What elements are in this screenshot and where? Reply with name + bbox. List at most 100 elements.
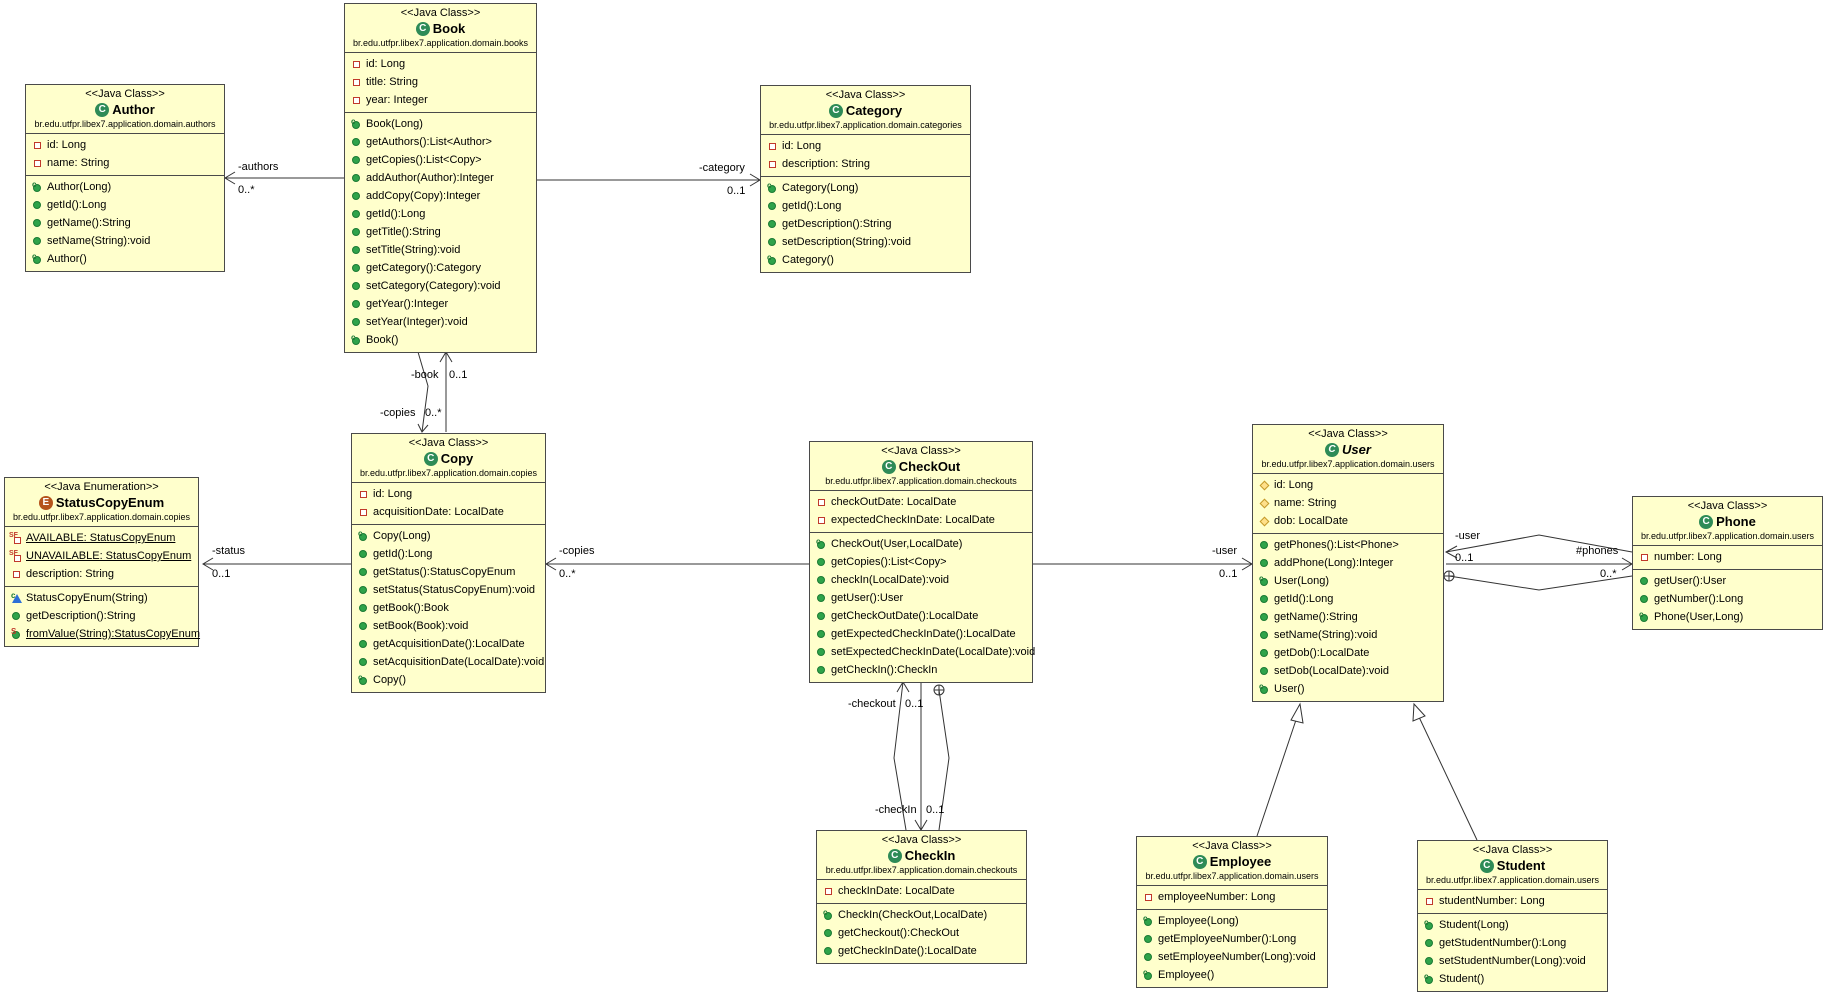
- method-row[interactable]: Book(Long): [345, 113, 536, 133]
- method-row[interactable]: getNumber():Long: [1633, 590, 1822, 608]
- method-row[interactable]: StatusCopyEnum(String): [5, 587, 198, 607]
- method-row[interactable]: getCheckIn():CheckIn: [810, 661, 1032, 679]
- method-row[interactable]: getCopies():List<Copy>: [345, 151, 536, 169]
- method-row[interactable]: getCategory():Category: [345, 259, 536, 277]
- method-row[interactable]: Copy(): [352, 669, 545, 689]
- attribute-row[interactable]: expectedCheckInDate: LocalDate: [810, 511, 1032, 529]
- method-row[interactable]: getCopies():List<Copy>: [810, 553, 1032, 571]
- attribute-row[interactable]: checkInDate: LocalDate: [817, 882, 1026, 900]
- method-row[interactable]: User(): [1253, 678, 1443, 698]
- attribute-row[interactable]: id: Long: [1253, 476, 1443, 494]
- attribute-row[interactable]: acquisitionDate: LocalDate: [352, 503, 545, 521]
- method-row[interactable]: getId():Long: [26, 196, 224, 214]
- attribute-row[interactable]: description: String: [761, 155, 970, 173]
- method-row[interactable]: Category(Long): [761, 177, 970, 197]
- method-row[interactable]: getAcquisitionDate():LocalDate: [352, 635, 545, 653]
- method-row[interactable]: getStatus():StatusCopyEnum: [352, 563, 545, 581]
- attribute-row[interactable]: year: Integer: [345, 91, 536, 109]
- method-row[interactable]: User(Long): [1253, 570, 1443, 590]
- method-row[interactable]: Employee(Long): [1137, 910, 1327, 930]
- attribute-row[interactable]: id: Long: [761, 137, 970, 155]
- method-row[interactable]: CheckIn(CheckOut,LocalDate): [817, 904, 1026, 924]
- attribute-row[interactable]: id: Long: [352, 485, 545, 503]
- method-row[interactable]: getId():Long: [1253, 590, 1443, 608]
- method-row[interactable]: setEmployeeNumber(Long):void: [1137, 948, 1327, 966]
- class-checkout[interactable]: <<Java Class>> C CheckOut br.edu.utfpr.libe…: [809, 441, 1035, 683]
- attribute-row[interactable]: description: String: [5, 565, 198, 583]
- attribute-row[interactable]: id: Long: [345, 55, 536, 73]
- class-user[interactable]: <<Java Class>> C User br.edu.utfpr.libex7.a…: [1252, 424, 1444, 702]
- method-row[interactable]: setName(String):void: [26, 232, 224, 250]
- method-row[interactable]: getName():String: [1253, 608, 1443, 626]
- method-row[interactable]: setName(String):void: [1253, 626, 1443, 644]
- attribute-row[interactable]: studentNumber: Long: [1418, 892, 1607, 910]
- method-row[interactable]: getYear():Integer: [345, 295, 536, 313]
- method-row[interactable]: Employee(): [1137, 964, 1327, 984]
- method-row[interactable]: getTitle():String: [345, 223, 536, 241]
- attribute-row[interactable]: title: String: [345, 73, 536, 91]
- method-row[interactable]: getEmployeeNumber():Long: [1137, 930, 1327, 948]
- method-row[interactable]: getExpectedCheckInDate():LocalDate: [810, 625, 1032, 643]
- method-row[interactable]: getBook():Book: [352, 599, 545, 617]
- method-row[interactable]: setCategory(Category):void: [345, 277, 536, 295]
- attribute-row[interactable]: employeeNumber: Long: [1137, 888, 1327, 906]
- method-row[interactable]: Author(Long): [26, 176, 224, 196]
- class-phone[interactable]: <<Java Class>> C Phone br.edu.utfpr.libex7.…: [1632, 496, 1823, 630]
- method-row[interactable]: Author(): [26, 248, 224, 268]
- method-row[interactable]: setDescription(String):void: [761, 233, 970, 251]
- attribute-row[interactable]: name: String: [1253, 494, 1443, 512]
- method-row[interactable]: getUser():User: [1633, 572, 1822, 590]
- method-text: getBook():Book: [373, 602, 449, 614]
- method-row[interactable]: setStatus(StatusCopyEnum):void: [352, 581, 545, 599]
- enum-statuscopyenum[interactable]: <<Java Enumeration>> E StatusCopyEnum br.ed…: [4, 477, 200, 647]
- attribute-row[interactable]: AVAILABLE: StatusCopyEnum: [5, 527, 198, 547]
- class-category[interactable]: <<Java Class>> C Category br.edu.utfpr.libe…: [760, 85, 971, 273]
- method-row[interactable]: getCheckOutDate():LocalDate: [810, 607, 1032, 625]
- method-row[interactable]: getId():Long: [345, 205, 536, 223]
- attribute-row[interactable]: dob: LocalDate: [1253, 512, 1443, 530]
- method-row[interactable]: getPhones():List<Phone>: [1253, 536, 1443, 554]
- method-row[interactable]: setExpectedCheckInDate(LocalDate):void: [810, 643, 1035, 661]
- attribute-row[interactable]: id: Long: [26, 136, 224, 154]
- attribute-row[interactable]: name: String: [26, 154, 224, 172]
- class-employee[interactable]: <<Java Class>> C Employee br.edu.utfpr.libe…: [1136, 836, 1328, 988]
- class-book[interactable]: <<Java Class>> C Book br.edu.utfpr.libex7.a…: [344, 3, 537, 353]
- method-row[interactable]: Copy(Long): [352, 525, 545, 545]
- method-row[interactable]: getName():String: [26, 214, 224, 232]
- method-row[interactable]: getAuthors():List<Author>: [345, 133, 536, 151]
- method-row[interactable]: setDob(LocalDate):void: [1253, 662, 1443, 680]
- method-row[interactable]: checkIn(LocalDate):void: [810, 571, 1032, 589]
- attribute-row[interactable]: UNAVAILABLE: StatusCopyEnum: [5, 545, 198, 565]
- method-row[interactable]: getDescription():String: [5, 607, 198, 625]
- method-row[interactable]: Student(): [1418, 968, 1607, 988]
- method-row[interactable]: getId():Long: [352, 545, 545, 563]
- method-row[interactable]: setBook(Book):void: [352, 617, 545, 635]
- method-row[interactable]: getDob():LocalDate: [1253, 644, 1443, 662]
- method-row[interactable]: addCopy(Copy):Integer: [345, 187, 536, 205]
- class-copy[interactable]: <<Java Class>> C Copy br.edu.utfpr.libex7.a…: [351, 433, 546, 693]
- private-field-icon: [358, 507, 369, 518]
- method-row[interactable]: getUser():User: [810, 589, 1032, 607]
- class-checkin[interactable]: <<Java Class>> C CheckIn br.edu.utfpr.libex…: [816, 830, 1027, 964]
- method-row[interactable]: setAcquisitionDate(LocalDate):void: [352, 653, 545, 671]
- method-row[interactable]: Phone(User,Long): [1633, 606, 1822, 626]
- method-row[interactable]: Book(): [345, 329, 536, 349]
- attribute-row[interactable]: checkOutDate: LocalDate: [810, 493, 1032, 511]
- method-row[interactable]: setYear(Integer):void: [345, 313, 536, 331]
- method-row[interactable]: fromValue(String):StatusCopyEnum: [5, 623, 200, 643]
- method-row[interactable]: setTitle(String):void: [345, 241, 536, 259]
- method-row[interactable]: addAuthor(Author):Integer: [345, 169, 536, 187]
- method-row[interactable]: Student(Long): [1418, 914, 1607, 934]
- method-row[interactable]: getId():Long: [761, 197, 970, 215]
- method-row[interactable]: getStudentNumber():Long: [1418, 934, 1607, 952]
- method-row[interactable]: Category(): [761, 249, 970, 269]
- method-row[interactable]: getCheckout():CheckOut: [817, 924, 1026, 942]
- method-row[interactable]: addPhone(Long):Integer: [1253, 554, 1443, 572]
- class-student[interactable]: <<Java Class>> C Student br.edu.utfpr.libex…: [1417, 840, 1608, 992]
- attribute-row[interactable]: number: Long: [1633, 548, 1822, 566]
- class-author[interactable]: <<Java Class>> C Author br.edu.utfpr.libex7…: [25, 84, 225, 272]
- method-row[interactable]: setStudentNumber(Long):void: [1418, 952, 1607, 970]
- method-row[interactable]: getDescription():String: [761, 215, 970, 233]
- method-row[interactable]: getCheckInDate():LocalDate: [817, 942, 1026, 960]
- method-row[interactable]: CheckOut(User,LocalDate): [810, 533, 1032, 553]
